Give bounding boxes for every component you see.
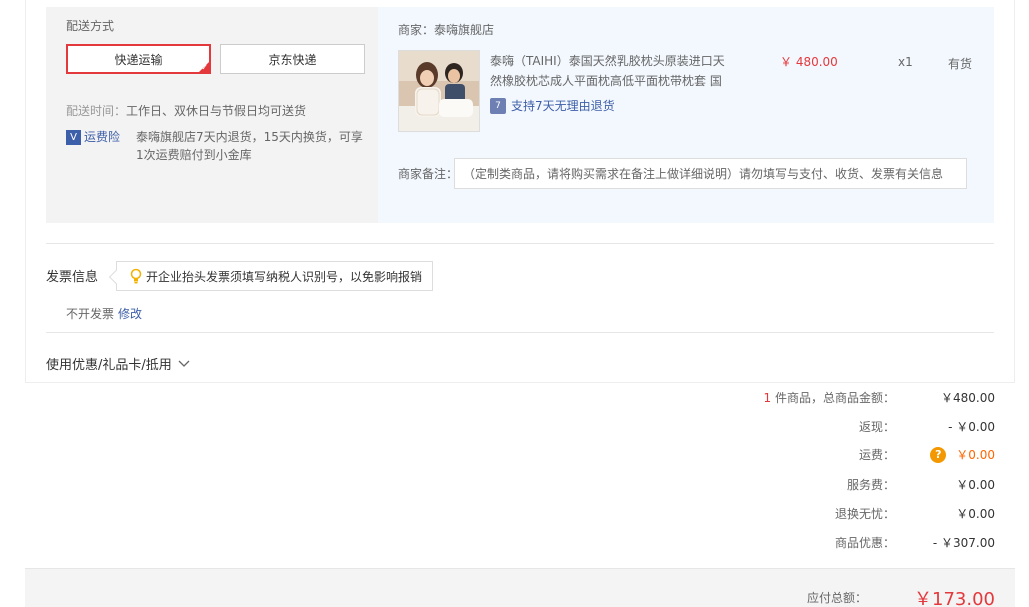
discount-value: - ￥307.00 [932,536,995,550]
total-bar: 应付总额： ￥173.00 [25,568,1015,607]
product-image[interactable] [398,50,480,132]
shipping-option-express[interactable]: 快递运输 ✓ [66,44,211,74]
total-value: ￥173.00 [914,589,995,607]
divider [46,243,994,244]
shipping-option-jd[interactable]: 京东快递 [220,44,365,74]
product-photo-icon [399,51,479,131]
delivery-time-value: 工作日、双休日与节假日均可送货 [126,104,307,118]
shipping-title: 配送方式 [66,19,115,33]
summary-cashback-row: 返现： - ￥0.00 [695,418,995,435]
delivery-time: 配送时间：工作日、双休日与节假日均可送货 [66,102,306,119]
summary-discount-row: 商品优惠： - ￥307.00 [695,534,995,551]
product-price: ￥ 480.00 [780,55,838,69]
refund-row: 7 支持7天无理由退货 [490,97,615,114]
refund-text: 支持7天无理由退货 [511,99,615,113]
invoice-tip-text: 开企业抬头发票须填写纳税人识别号，以免影响报销 [146,269,423,284]
discount-label: 商品优惠： [834,536,895,550]
cashback-label: 返现： [858,420,895,434]
seven-day-refund-icon: 7 [490,97,506,114]
exchange-label: 退换无忧： [834,507,895,521]
shop-name: 商家：泰嗨旗舰店 [398,23,495,37]
invoice-status: 不开发票 修改 [66,305,142,322]
coupon-label: 使用优惠/礼品卡/抵用 [46,358,172,373]
summary-service-row: 服务费： ￥0.00 [695,476,995,493]
chevron-down-icon [178,360,190,367]
remark-input[interactable] [454,158,967,189]
shop-panel: 商家：泰嗨旗舰店 泰嗨（TAIHI）泰国天然乳胶枕头原装进口天然橡胶枕芯成人平面… [378,7,994,223]
shipping-fee-wrap: ? ￥0.00 [895,446,995,463]
summary-goods-label: 1 件商品，总商品金额： [695,389,895,406]
shipping-fee-value: ￥0.00 [956,448,995,462]
shipping-option-jd-label: 京东快递 [268,52,317,67]
summary-exchange-row: 退换无忧： ￥0.00 [695,505,995,522]
exchange-value: ￥0.00 [956,507,995,521]
invoice-status-text: 不开发票 [66,307,115,321]
delivery-time-label: 配送时间： [66,104,127,118]
divider [46,332,994,333]
remark-label: 商家备注： [398,167,459,181]
insurance-link[interactable]: 运费险 [84,128,136,164]
insurance-row: V 运费险 泰嗨旗舰店7天内退货，15天内换货，可享1次运费赔付到小金库 [66,128,366,164]
total-label: 应付总额： [806,591,867,605]
lightbulb-icon [130,268,142,284]
stock-status: 有货 [948,57,973,71]
coupon-toggle[interactable]: 使用优惠/礼品卡/抵用 [46,354,190,373]
check-icon: ✓ [201,63,208,72]
shipping-fee-label: 运费： [858,448,895,462]
cashback-value: - ￥0.00 [948,420,995,434]
invoice-tip: 开企业抬头发票须填写纳税人识别号，以免影响报销 [116,261,434,291]
product-title[interactable]: 泰嗨（TAIHI）泰国天然乳胶枕头原装进口天然橡胶枕芯成人平面枕高低平面枕带枕套… [490,51,730,91]
goods-total: ￥480.00 [941,391,995,405]
invoice-edit-link[interactable]: 修改 [118,307,142,321]
service-fee-label: 服务费： [846,478,895,492]
product-quantity: x1 [898,55,913,69]
insurance-shield-icon: V [66,130,81,145]
service-fee-value: ￥0.00 [956,478,995,492]
invoice-title: 发票信息 [46,270,99,285]
question-icon[interactable]: ? [930,446,947,463]
summary-shipping-row: 运费： ? ￥0.00 [695,446,995,463]
shipping-panel: 配送方式 快递运输 ✓ 京东快递 配送时间：工作日、双休日与节假日均可送货 V … [46,7,378,223]
item-count-suffix: 件商品，总商品金额： [771,391,895,405]
insurance-text: 泰嗨旗舰店7天内退货，15天内换货，可享1次运费赔付到小金库 [136,130,363,162]
shipping-option-express-label: 快递运输 [114,52,163,67]
summary-goods-row: 1 件商品，总商品金额： ￥480.00 [695,389,995,406]
